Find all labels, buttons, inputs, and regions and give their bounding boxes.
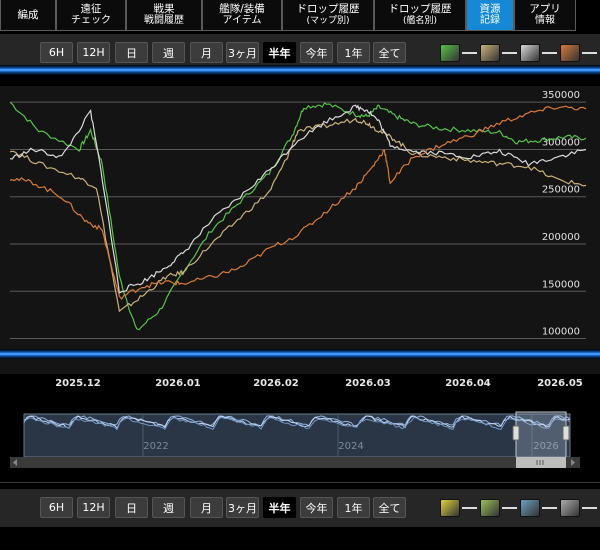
tab-7[interactable]: アプリ 情報 (514, 0, 576, 31)
range-button-6[interactable]: 半年 (263, 497, 296, 518)
tab-label-line1: 編成 (17, 9, 39, 21)
legend-item-0[interactable] (440, 42, 477, 63)
tab-3[interactable]: 艦隊/装備 アイテム (202, 0, 282, 31)
legend-line (502, 51, 517, 54)
tab-2[interactable]: 戦果 戦闘履歴 (126, 0, 202, 31)
range-button-7[interactable]: 今年 (300, 42, 333, 63)
legend-line (542, 51, 557, 54)
y-tick-label: 250000 (542, 185, 580, 196)
y-tick-label: 200000 (542, 232, 580, 243)
chart-top-glow-border (0, 65, 600, 75)
range-button-5[interactable]: 3ヶ月 (226, 497, 259, 518)
scrollbar-thumb[interactable] (516, 457, 566, 468)
y-tick-label: 150000 (542, 279, 580, 290)
legend-item-3[interactable] (560, 497, 597, 518)
x-tick-label: 2026.02 (253, 378, 299, 389)
navigator-track (23, 413, 571, 458)
ammo-icon (480, 43, 500, 62)
tab-6[interactable]: 資源 記録 (466, 0, 514, 31)
range-button-9[interactable]: 全て (373, 497, 406, 518)
legend-item-1[interactable] (480, 497, 517, 518)
tab-label-line2: チェック (71, 15, 111, 26)
navigator-year-label: 2022 (143, 441, 168, 452)
legend-line (462, 51, 477, 54)
x-tick-label: 2025.12 (55, 378, 101, 389)
tab-5[interactable]: ドロップ履歴 (艦名別) (374, 0, 466, 31)
scrollbar-track[interactable] (10, 457, 580, 468)
tab-1[interactable]: 遠征 チェック (56, 0, 126, 31)
x-tick-label: 2026.04 (445, 378, 491, 389)
tab-label-line2: (マップ別) (306, 16, 350, 26)
navigator-handle[interactable] (562, 425, 570, 441)
repair-bucket-icon (440, 498, 460, 517)
range-button-2[interactable]: 日 (115, 497, 148, 518)
bauxite-icon (560, 43, 580, 62)
tab-label-line1: 資源 (479, 3, 501, 15)
range-button-6[interactable]: 半年 (263, 42, 296, 63)
tab-label-line2: 記録 (480, 15, 500, 26)
plot-background (0, 86, 600, 374)
steel-icon (520, 43, 540, 62)
range-button-3[interactable]: 週 (152, 497, 185, 518)
x-tick-label: 2026.03 (345, 378, 391, 389)
range-button-9[interactable]: 全て (373, 42, 406, 63)
range-button-4[interactable]: 月 (190, 497, 223, 518)
range-button-3[interactable]: 週 (152, 42, 185, 63)
legend-item-2[interactable] (520, 497, 557, 518)
tab-label-line1: アプリ (529, 3, 561, 15)
navigator[interactable]: 202220242026 (0, 398, 600, 473)
range-bar-bottom: 6H 12H 日週月 3ヶ月 半年 今年 1年 全て (0, 489, 600, 527)
legend-item-0[interactable] (440, 497, 477, 518)
screw-icon (520, 498, 540, 517)
x-axis: 2025.12 2026.01 2026.02 2026.03 2026.04 2026.… (55, 378, 583, 389)
tab-label-line2: 情報 (535, 15, 555, 26)
tab-label-line1: 艦隊/装備 (219, 3, 265, 15)
legend-item-3[interactable] (560, 42, 597, 63)
dev-material-icon (480, 498, 500, 517)
navigator-year-label: 2024 (338, 441, 363, 452)
tab-label-line1: 戦果 (153, 3, 175, 15)
y-tick-label: 100000 (542, 327, 580, 338)
tab-label-line2: (艦名別) (402, 16, 438, 26)
range-button-1[interactable]: 12H (77, 42, 110, 63)
legend-item-1[interactable] (480, 42, 517, 63)
navigator-selection[interactable] (515, 411, 567, 460)
legend-item-2[interactable] (520, 42, 557, 63)
range-button-4[interactable]: 月 (190, 42, 223, 63)
legend-line (542, 506, 557, 509)
range-button-2[interactable]: 日 (115, 42, 148, 63)
tab-label-line2: アイテム (222, 15, 262, 26)
resource-line-chart[interactable]: 100000 150000 200000 250000 300000 350000 (0, 86, 600, 374)
tab-4[interactable]: ドロップ履歴 (マップ別) (282, 0, 374, 31)
x-tick-label: 2026.01 (155, 378, 201, 389)
x-tick-label: 2026.05 (537, 378, 583, 389)
legend-line (582, 51, 597, 54)
tab-label-line1: ドロップ履歴 (388, 3, 452, 15)
hammer-icon (560, 498, 580, 517)
y-tick-label: 300000 (542, 137, 580, 148)
y-tick-label: 350000 (542, 90, 580, 101)
tab-label-line2: 戦闘履歴 (144, 15, 184, 26)
navigator-handle[interactable] (512, 425, 520, 441)
fuel-icon (440, 43, 460, 62)
range-button-8[interactable]: 1年 (337, 497, 370, 518)
range-button-5[interactable]: 3ヶ月 (226, 42, 259, 63)
divider (0, 482, 600, 483)
chart-bottom-glow-border (0, 349, 600, 359)
top-nav: 編成 遠征 チェック 戦果 戦闘履歴 艦隊/装備 アイテム ドロップ履歴 (マップ別) ドロップ履… (0, 0, 600, 33)
legend-line (582, 506, 597, 509)
range-button-0[interactable]: 6H (40, 42, 73, 63)
legend-line (502, 506, 517, 509)
range-button-1[interactable]: 12H (77, 497, 110, 518)
legend-line (462, 506, 477, 509)
range-button-0[interactable]: 6H (40, 497, 73, 518)
range-button-8[interactable]: 1年 (337, 42, 370, 63)
tab-0[interactable]: 編成 (0, 0, 56, 31)
tab-label-line1: 遠征 (80, 3, 102, 15)
range-button-7[interactable]: 今年 (300, 497, 333, 518)
tab-label-line1: ドロップ履歴 (296, 3, 360, 15)
